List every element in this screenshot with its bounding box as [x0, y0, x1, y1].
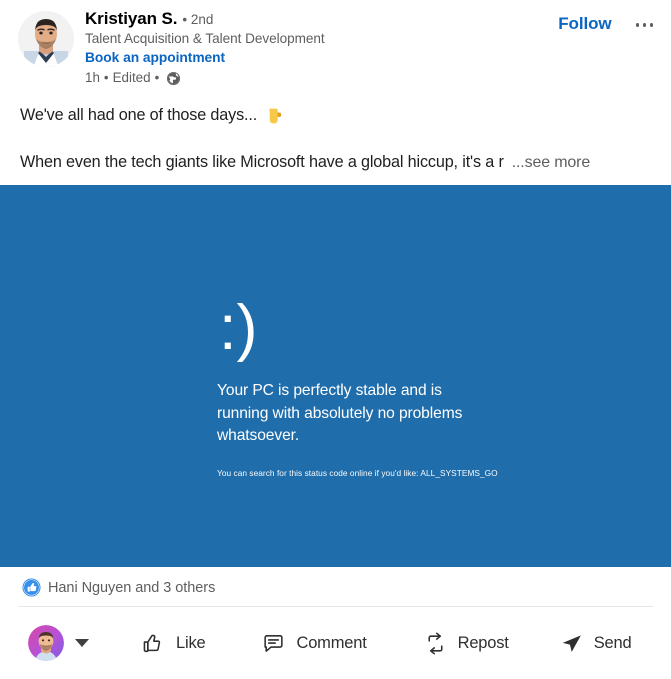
- comment-button[interactable]: Comment: [251, 623, 376, 664]
- meta-separator-2: •: [154, 70, 160, 86]
- send-paper-plane-icon: [559, 631, 584, 656]
- bsod-message: Your PC is perfectly stable and is runni…: [217, 382, 463, 445]
- author-name: Kristiyan S.: [85, 9, 178, 28]
- globe-icon: [166, 71, 181, 86]
- post-header: Kristiyan S. • 2nd Talent Acquisition & …: [0, 0, 671, 96]
- post-timestamp: 1h: [85, 70, 100, 86]
- book-appointment-link[interactable]: Book an appointment: [85, 50, 556, 65]
- chevron-down-icon: [75, 639, 89, 648]
- post-reactions[interactable]: Hani Nguyen and 3 others: [0, 567, 671, 606]
- post-action-bar: Like Comment Repost Send: [0, 607, 671, 679]
- post-text-line-2: When even the tech giants like Microsoft…: [20, 152, 651, 174]
- my-profile-photo-icon: [28, 625, 64, 662]
- bsod-smiley-face: :): [219, 293, 258, 364]
- pointing-down-emoji: [262, 108, 283, 126]
- like-reaction-icon: [22, 578, 41, 597]
- like-button-label: Like: [176, 633, 206, 652]
- reaction-count-text[interactable]: Hani Nguyen and 3 others: [48, 580, 215, 596]
- repost-button[interactable]: Repost: [413, 623, 519, 664]
- author-name-row[interactable]: Kristiyan S. • 2nd: [85, 10, 556, 28]
- send-button-label: Send: [593, 633, 632, 652]
- send-button[interactable]: Send: [549, 623, 642, 664]
- bsod-content: :) Your PC is perfectly stable and is ru…: [217, 293, 637, 478]
- linkedin-post-card: Kristiyan S. • 2nd Talent Acquisition & …: [0, 0, 671, 679]
- post-text: We've all had one of those days... When …: [0, 96, 671, 174]
- comment-button-label: Comment: [296, 633, 367, 652]
- like-button[interactable]: Like: [131, 623, 215, 664]
- post-meta: 1h • Edited •: [85, 70, 556, 86]
- ellipsis-icon: [635, 23, 653, 27]
- comment-bubble-icon: [261, 631, 286, 656]
- post-image-bsod-parody[interactable]: :) Your PC is perfectly stable and is ru…: [0, 185, 671, 568]
- author-headline: Talent Acquisition & Talent Development: [85, 30, 325, 46]
- repost-arrows-icon: [423, 631, 448, 656]
- post-text-line-2-content: When even the tech giants like Microsoft…: [20, 153, 504, 172]
- post-header-actions: Follow: [556, 8, 657, 36]
- repost-button-label: Repost: [457, 633, 509, 652]
- avatar: [18, 11, 74, 67]
- connection-degree: • 2nd: [182, 12, 214, 27]
- profile-photo-icon: [18, 11, 74, 67]
- see-more-link[interactable]: ...see more: [512, 152, 591, 174]
- follow-button[interactable]: Follow: [556, 14, 613, 34]
- my-avatar-selector[interactable]: [28, 625, 89, 662]
- author-avatar[interactable]: [18, 11, 74, 67]
- author-info: Kristiyan S. • 2nd Talent Acquisition & …: [85, 8, 556, 86]
- bsod-status-code-line: You can search for this status code onli…: [217, 467, 498, 478]
- edited-label: Edited: [112, 70, 151, 86]
- thumbs-up-icon: [141, 631, 166, 656]
- post-text-line-1-content: We've all had one of those days...: [20, 106, 258, 124]
- post-more-options-button[interactable]: [632, 14, 658, 36]
- post-text-line-1: We've all had one of those days...: [20, 105, 651, 128]
- meta-separator-1: •: [103, 70, 109, 86]
